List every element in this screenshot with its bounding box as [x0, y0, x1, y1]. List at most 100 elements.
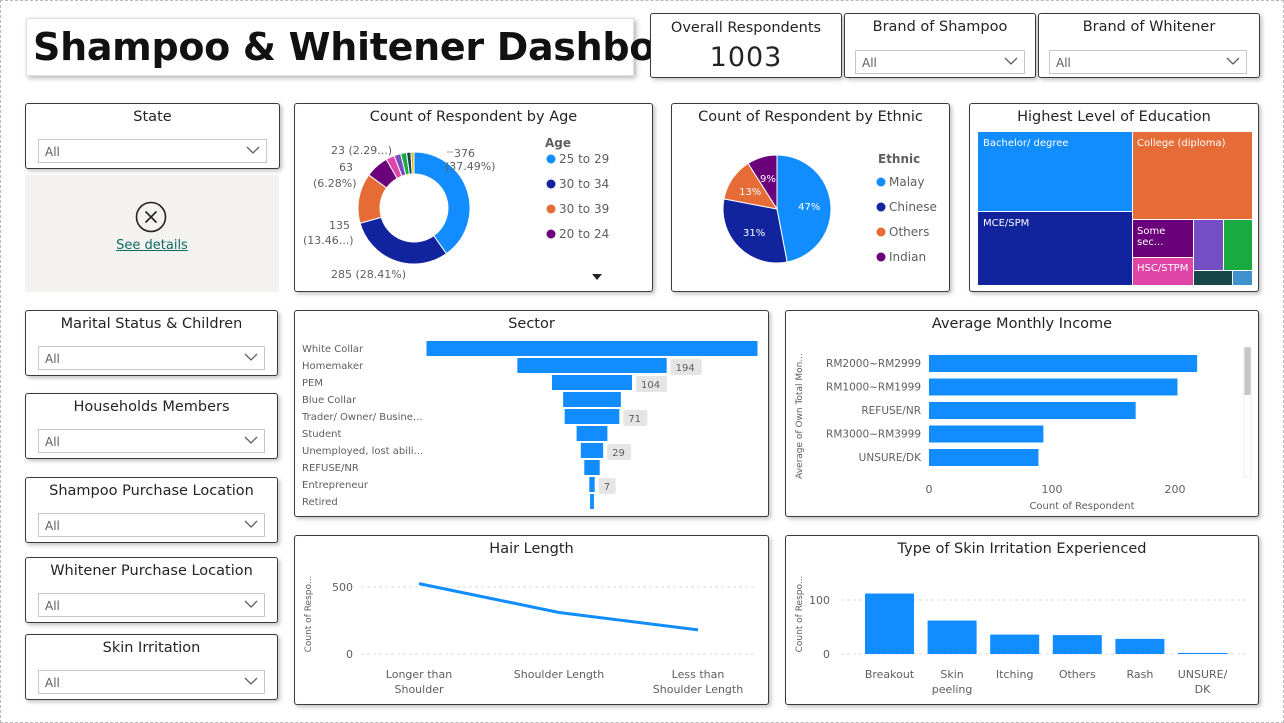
income-category-label: RM3000~RM3999	[826, 429, 921, 441]
households-slicer: Households Members All	[25, 393, 278, 459]
skin-y-tick: 0	[823, 648, 830, 661]
treemap-college[interactable]: College (diploma)	[1133, 132, 1252, 219]
sector-category-label: Trader/ Owner/ Busine...	[301, 412, 422, 423]
legend-item-label[interactable]: Indian	[889, 250, 926, 264]
legend-marker	[546, 229, 556, 239]
age-data-label: (13.46...)	[303, 234, 354, 247]
hair-x-tick: Longer than Shoulder	[386, 668, 452, 696]
legend-more-icon[interactable]	[592, 274, 602, 280]
income-bar[interactable]	[929, 402, 1136, 419]
sector-bar[interactable]	[580, 443, 604, 458]
ethnic-data-label: 13%	[739, 187, 761, 198]
sector-bar[interactable]	[584, 460, 600, 475]
chevron-down-icon	[244, 600, 258, 608]
hair-y-tick: 500	[332, 581, 353, 594]
skin-x-tick: Rash	[1126, 668, 1153, 681]
skin-y-tick: 100	[809, 594, 830, 607]
legend-item-label[interactable]: 25 to 29	[559, 152, 609, 166]
skin-irritation-dropdown[interactable]: All	[38, 670, 265, 694]
treemap-label: Some sec...	[1137, 226, 1166, 248]
skin-bar[interactable]	[1178, 652, 1227, 654]
see-details-link[interactable]: See details	[25, 238, 279, 253]
skin-bar[interactable]	[927, 620, 977, 654]
households-value: All	[45, 435, 60, 449]
sector-category-label: Blue Collar	[302, 395, 357, 406]
treemap-cell[interactable]	[1194, 271, 1232, 285]
state-dropdown[interactable]: All	[38, 139, 267, 163]
treemap-mce-spm[interactable]: MCE/SPM	[978, 212, 1132, 285]
households-dropdown[interactable]: All	[38, 429, 265, 453]
age-data-label: 63	[339, 161, 353, 174]
income-bar[interactable]	[929, 449, 1039, 466]
skin-bar[interactable]	[990, 634, 1040, 654]
marital-slicer: Marital Status & Children All	[25, 310, 278, 376]
legend-item-label[interactable]: Chinese	[889, 200, 937, 214]
treemap-hsc-stpm[interactable]: HSC/STPM	[1133, 258, 1193, 285]
skin-bar[interactable]	[865, 593, 914, 654]
income-category-label: REFUSE/NR	[861, 405, 921, 417]
income-bar[interactable]	[929, 378, 1178, 396]
skin-bar[interactable]	[1052, 635, 1102, 654]
sector-bar[interactable]	[564, 409, 620, 424]
brand-shampoo-slicer: Brand of Shampoo All	[844, 13, 1036, 78]
brand-shampoo-dropdown[interactable]: All	[855, 50, 1025, 74]
legend-marker	[876, 252, 886, 262]
state-title: State	[133, 109, 172, 125]
legend-item-label[interactable]: 30 to 34	[559, 177, 609, 191]
treemap-cell[interactable]	[1233, 271, 1252, 285]
sector-category-label: PEM	[302, 378, 323, 389]
sector-bar[interactable]	[426, 341, 758, 356]
sector-bar[interactable]	[551, 375, 633, 390]
treemap-some-sec[interactable]: Some sec...	[1133, 220, 1193, 257]
close-circle-icon	[135, 201, 167, 233]
hair-chart-card: Hair Length 0 500 Longer than Shoulder Shoul…	[294, 535, 769, 705]
sector-bar[interactable]	[589, 477, 595, 492]
income-bar[interactable]	[929, 425, 1044, 443]
ethnic-data-label: 31%	[743, 228, 765, 239]
brand-shampoo-value: All	[862, 56, 877, 70]
whitener-location-dropdown[interactable]: All	[38, 593, 265, 617]
income-category-label: RM2000~RM2999	[826, 358, 921, 370]
ethnic-chart-card: Count of Respondent by Ethnic 47% 31% 13% 9…	[671, 103, 950, 292]
sector-bar[interactable]	[590, 494, 594, 509]
dashboard-title-card: Shampoo & Whitener Dashboard	[26, 18, 726, 76]
sector-bar[interactable]	[563, 392, 621, 407]
sector-category-label: Student	[302, 429, 341, 440]
treemap-cell[interactable]	[1194, 220, 1223, 270]
income-bar[interactable]	[929, 355, 1198, 372]
marital-dropdown[interactable]: All	[38, 346, 265, 370]
shampoo-location-value: All	[45, 519, 60, 533]
skin-bar[interactable]	[1115, 638, 1165, 654]
education-chart-card: Highest Level of Education Bachelor/ deg…	[969, 103, 1259, 292]
legend-marker	[876, 177, 886, 187]
skin-chart-card: Type of Skin Irritation Experienced 0 100…	[785, 535, 1259, 705]
legend-item-label[interactable]: 30 to 39	[559, 202, 609, 216]
legend-item-label[interactable]: 20 to 24	[559, 227, 609, 241]
marital-title: Marital Status & Children	[60, 316, 243, 332]
age-slice[interactable]	[359, 216, 448, 265]
brand-whitener-dropdown[interactable]: All	[1049, 50, 1247, 74]
shampoo-location-title: Shampoo Purchase Location	[49, 483, 254, 499]
treemap-cell[interactable]	[1224, 220, 1252, 270]
sector-category-label: Homemaker	[302, 361, 364, 372]
shampoo-location-dropdown[interactable]: All	[38, 513, 265, 537]
sector-bar[interactable]	[576, 426, 608, 441]
legend-item-label[interactable]: Malay	[889, 175, 925, 189]
error-visual: See details	[25, 175, 279, 292]
skin-bar-chart: 0 100 Breakout Skin peeling Itching Others Rash…	[795, 576, 1246, 696]
ethnic-data-label: 9%	[760, 174, 776, 185]
sector-bar[interactable]	[517, 358, 667, 373]
age-data-label: (37.49%)	[445, 160, 496, 173]
hair-series-line[interactable]	[418, 582, 699, 632]
whitener-location-slicer: Whitener Purchase Location All	[25, 557, 278, 623]
brand-shampoo-title: Brand of Shampoo	[872, 19, 1008, 35]
scrollbar-thumb[interactable]	[1244, 347, 1251, 395]
income-x-tick: 100	[1042, 483, 1063, 496]
legend-item-label[interactable]: Others	[889, 225, 929, 239]
overall-respondents-label: Overall Respondents	[670, 20, 822, 36]
legend-marker	[546, 204, 556, 214]
chevron-down-icon	[246, 146, 260, 154]
age-data-label: (6.28%)	[313, 177, 357, 190]
treemap-bachelor[interactable]: Bachelor/ degree	[978, 132, 1132, 211]
ethnic-data-label: 47%	[798, 202, 820, 213]
